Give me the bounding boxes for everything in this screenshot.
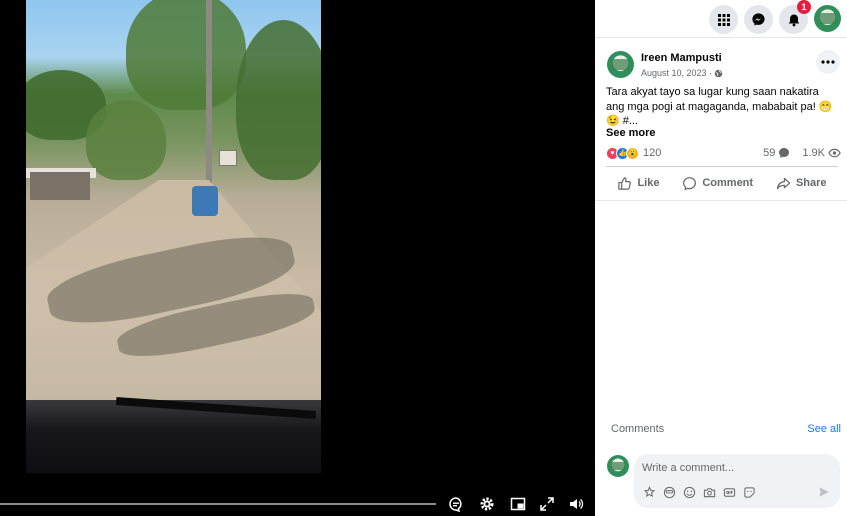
road-sign [219,150,237,166]
comments-heading: Comments [611,423,665,435]
comment-composer[interactable] [634,454,840,508]
progress-bar[interactable] [0,503,436,505]
gif-face-icon[interactable] [662,485,676,499]
video-frame[interactable] [26,0,321,473]
comment-button[interactable]: Comment [682,176,753,191]
comment-count[interactable]: 59 [763,147,775,159]
share-icon [776,177,791,189]
comment-tools [642,485,756,499]
settings-icon[interactable] [477,494,497,514]
post-date: August 10, 2023 · [641,68,723,78]
see-all-comments-link[interactable]: See all [807,423,841,435]
like-button[interactable]: Like [617,176,659,191]
more-options-icon[interactable] [816,50,840,74]
eye-icon [828,148,841,158]
app-root: 1 Ireen Mampusti August 10, 2023 · Tara … [0,0,847,516]
notification-badge: 1 [797,0,811,14]
utility-pole [206,0,212,190]
reaction-summary[interactable]: ♥ 👍 😮 120 [606,145,661,161]
sticker-icon[interactable] [742,485,756,499]
volume-icon[interactable] [566,494,586,514]
avatar-sticker-icon[interactable] [642,485,656,499]
comment-bubble-icon [779,148,790,158]
post-text: Tara akyat tayo sa lugar kung saan nakat… [606,86,833,127]
video-player[interactable] [0,0,595,516]
palm-tree [236,20,321,180]
grid-icon[interactable] [709,5,738,34]
share-label: Share [795,177,827,189]
captions-icon[interactable] [446,494,466,514]
post-header: Ireen Mampusti August 10, 2023 · [595,48,847,84]
post-actions: Like Comment Share [606,170,838,196]
gif-icon[interactable] [722,485,736,499]
comment-icon [683,176,697,190]
water-tank [192,186,218,216]
view-count: 1.9K [802,147,825,159]
divider [606,166,838,167]
wow-reaction-icon: 😮 [626,146,639,160]
share-button[interactable]: Share [776,176,827,191]
divider [595,200,847,201]
like-icon [618,176,632,190]
see-more-link[interactable]: See more [606,127,656,139]
commenter-avatar[interactable] [607,455,629,477]
hut [30,172,90,200]
palm-tree [86,100,166,180]
comment-input[interactable] [642,460,832,476]
profile-avatar[interactable] [814,5,841,32]
video-controls [0,490,595,516]
post-panel: 1 Ireen Mampusti August 10, 2023 · Tara … [595,0,847,516]
post-stats: 59 1.9K [763,145,841,161]
camera-icon[interactable] [702,485,716,499]
messenger-icon[interactable] [744,5,773,34]
author-name[interactable]: Ireen Mampusti [641,52,722,64]
palm-tree [126,0,246,110]
send-icon[interactable] [817,485,831,499]
post-date-text[interactable]: August 10, 2023 · [641,68,712,78]
comment-label: Comment [702,177,754,189]
top-bar: 1 [595,0,847,38]
pip-icon[interactable] [508,494,528,514]
like-label: Like [637,177,660,189]
reaction-count: 120 [643,147,662,159]
emoji-icon[interactable] [682,485,696,499]
fullscreen-icon[interactable] [537,494,557,514]
globe-icon [714,69,723,77]
author-avatar[interactable] [607,51,634,78]
